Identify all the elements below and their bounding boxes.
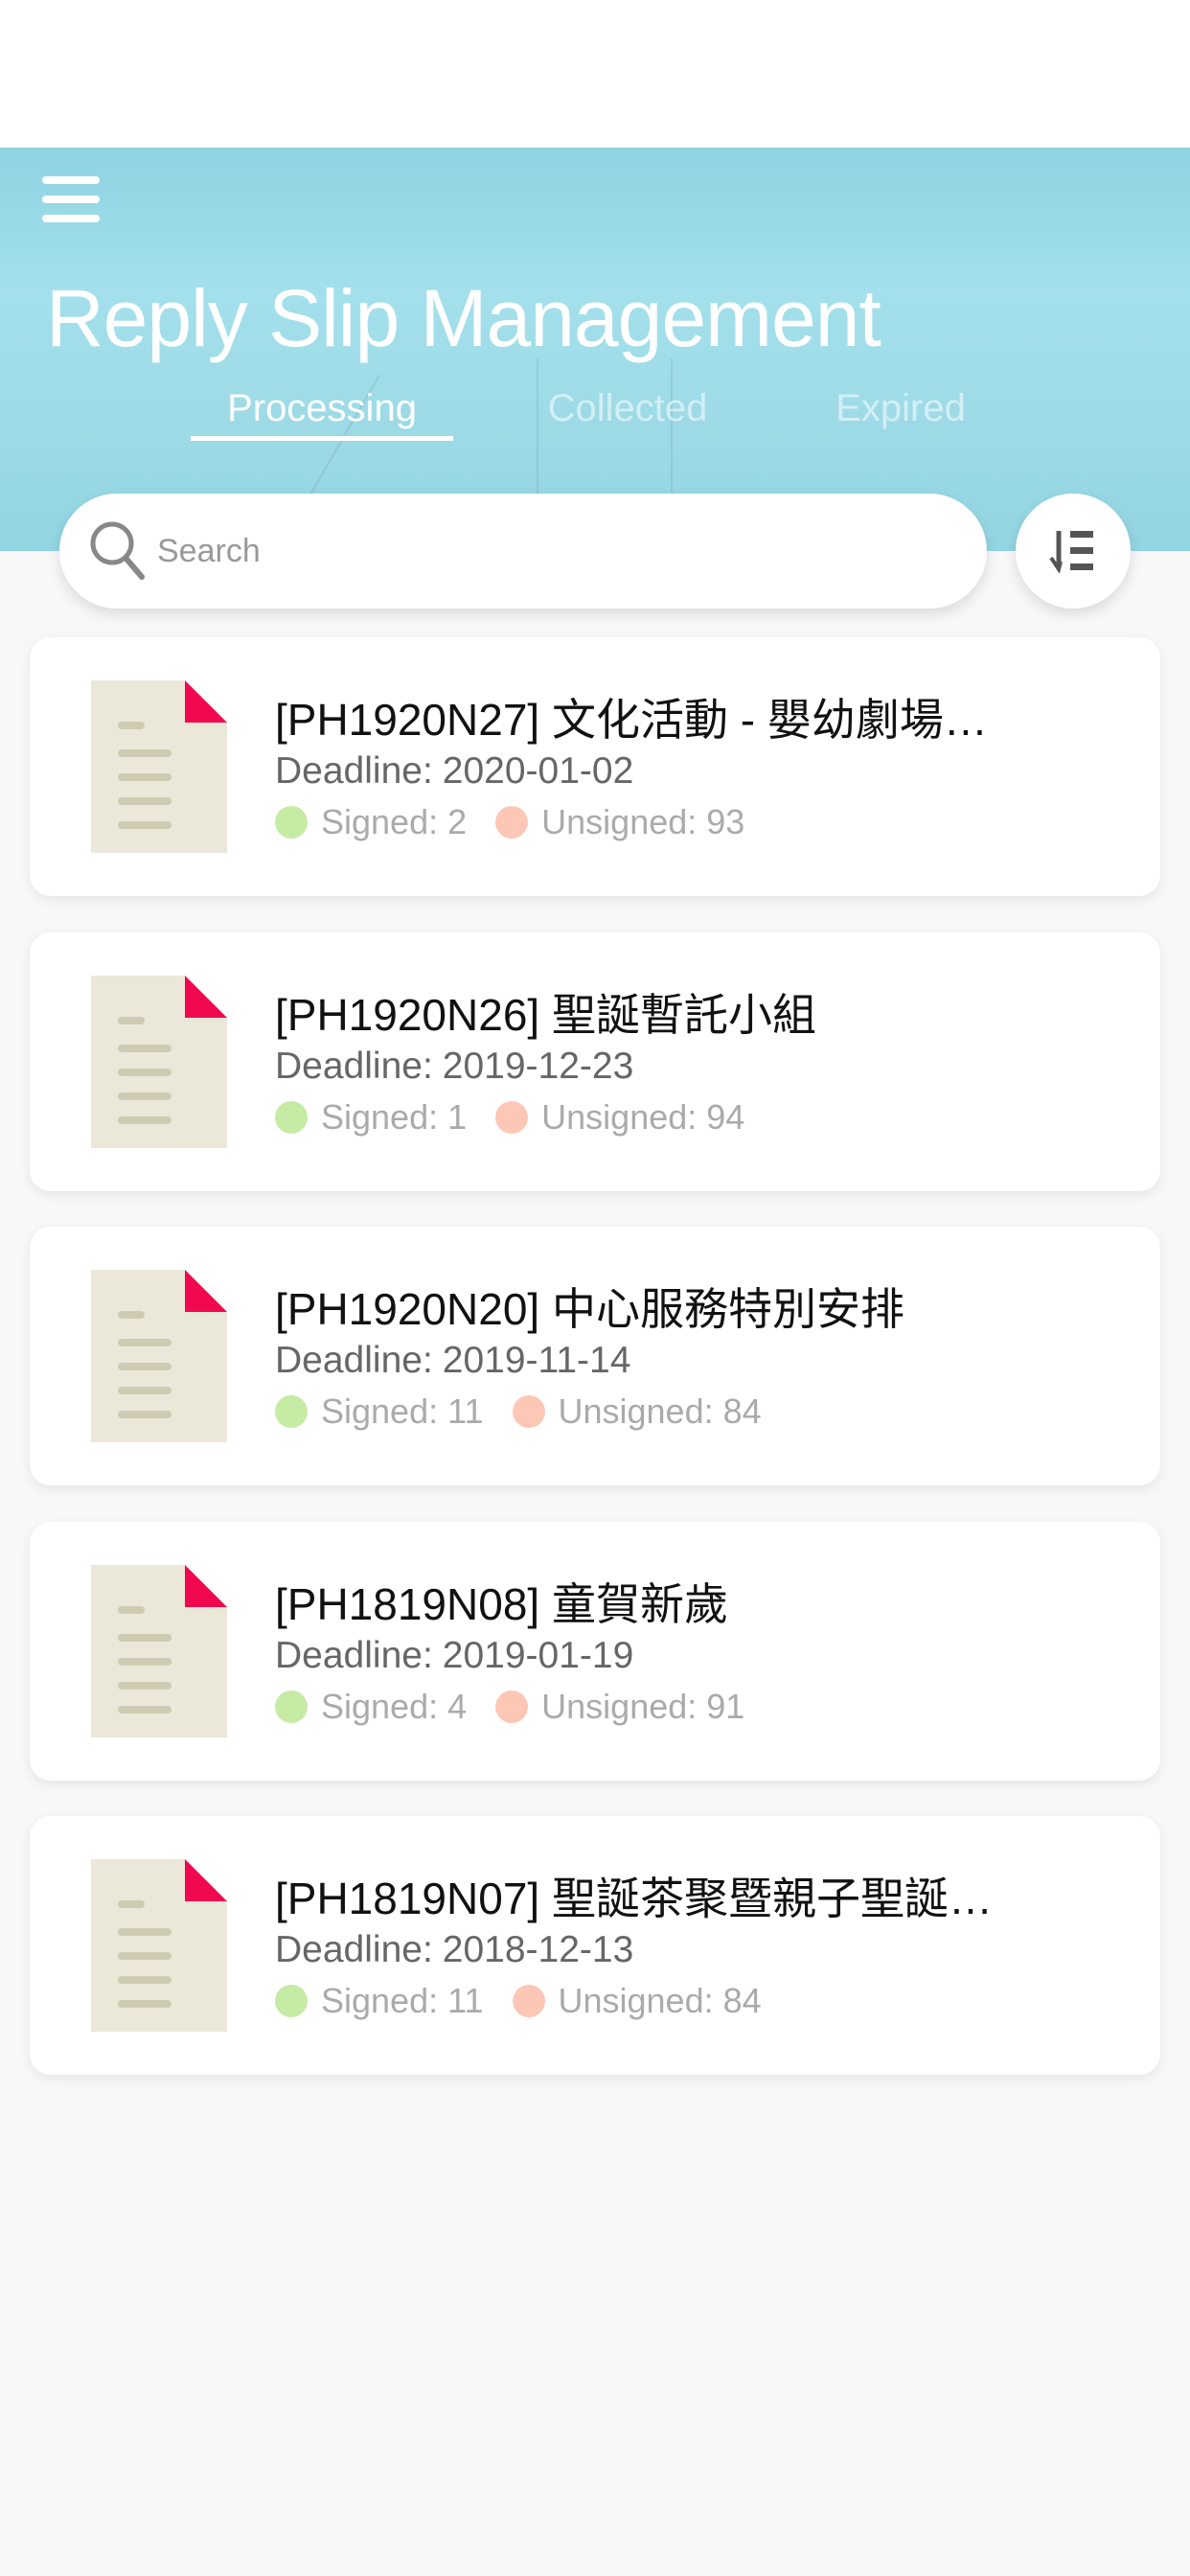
signed-label: Signed: — [321, 1981, 439, 2020]
tab-collected[interactable]: Collected — [548, 387, 708, 430]
unsigned-value: 91 — [706, 1686, 745, 1726]
deadline-value: 2019-12-23 — [442, 1045, 634, 1087]
signed-label: Signed: — [321, 802, 439, 841]
unsigned-value: 84 — [722, 1392, 762, 1431]
sort-list-icon — [1049, 531, 1093, 573]
deadline-label: Deadline: — [275, 1340, 433, 1381]
unsigned-label: Unsigned: — [541, 1686, 698, 1726]
signed-label: Signed: — [321, 1686, 439, 1726]
signed-value: 4 — [447, 1686, 468, 1726]
unsigned-value: 94 — [706, 1096, 745, 1137]
hamburger-menu-icon[interactable] — [42, 176, 102, 224]
signed-value: 11 — [447, 1981, 484, 2020]
slip-deadline: Deadline: 2020-01-02 — [275, 750, 633, 793]
signed-count: Signed: 4 — [321, 1687, 467, 1727]
unsigned-dot-icon — [495, 806, 529, 839]
unsigned-label: Unsigned: — [558, 1981, 714, 2020]
slip-stats: Signed: 11 Unsigned: 84 — [275, 1392, 762, 1432]
unsigned-label: Unsigned: — [541, 802, 698, 841]
signed-label: Signed: — [321, 1096, 439, 1137]
unsigned-label: Unsigned: — [541, 1096, 698, 1137]
slip-title: [PH1819N08] 童賀新歲 — [275, 1578, 728, 1629]
search-input[interactable] — [157, 532, 924, 570]
signed-dot-icon — [275, 1690, 308, 1723]
signed-dot-icon — [275, 1395, 308, 1428]
unsigned-dot-icon — [495, 1690, 529, 1723]
signed-dot-icon — [275, 806, 308, 839]
deadline-value: 2018-12-13 — [442, 1929, 634, 1970]
document-icon — [91, 680, 227, 853]
unsigned-value: 84 — [722, 1981, 762, 2020]
unsigned-count: Unsigned: 91 — [541, 1687, 744, 1727]
slip-deadline: Deadline: 2019-11-14 — [275, 1340, 630, 1382]
deadline-label: Deadline: — [275, 1045, 433, 1087]
slip-deadline: Deadline: 2019-12-23 — [275, 1046, 633, 1088]
slip-deadline: Deadline: 2018-12-13 — [275, 1929, 633, 1971]
tab-processing[interactable]: Processing — [227, 387, 417, 430]
reply-slip-card[interactable]: [PH1819N07] 聖誕茶聚暨親子聖誕… Deadline: 2018-12-… — [30, 1816, 1160, 2075]
signed-count: Signed: 11 — [321, 1392, 484, 1432]
slip-stats: Signed: 4 Unsigned: 91 — [275, 1687, 744, 1727]
reply-slip-card[interactable]: [PH1920N20] 中心服務特別安排 Deadline: 2019-11-14… — [30, 1227, 1160, 1485]
slip-title: [PH1920N27] 文化活動 - 嬰幼劇場… — [275, 695, 988, 745]
unsigned-count: Unsigned: 93 — [541, 802, 744, 842]
search-bar[interactable] — [59, 494, 987, 609]
search-icon — [90, 521, 145, 580]
unsigned-count: Unsigned: 84 — [559, 1392, 762, 1432]
deadline-label: Deadline: — [275, 1929, 433, 1970]
signed-count: Signed: 1 — [321, 1097, 467, 1138]
document-icon — [91, 1859, 227, 2032]
unsigned-value: 93 — [706, 802, 745, 841]
deadline-label: Deadline: — [275, 1634, 433, 1676]
document-icon — [91, 1564, 227, 1737]
unsigned-dot-icon — [512, 1395, 545, 1428]
document-icon — [91, 1270, 227, 1442]
tab-expired[interactable]: Expired — [835, 387, 966, 430]
slip-stats: Signed: 2 Unsigned: 93 — [275, 802, 744, 842]
slip-title: [PH1920N20] 中心服務特別安排 — [275, 1284, 904, 1334]
signed-value: 2 — [447, 802, 468, 841]
signed-dot-icon — [275, 1985, 308, 2017]
signed-count: Signed: 2 — [321, 802, 467, 842]
unsigned-count: Unsigned: 84 — [559, 1981, 762, 2021]
deadline-label: Deadline: — [275, 750, 433, 792]
signed-count: Signed: 11 — [321, 1981, 484, 2021]
document-icon — [91, 975, 227, 1148]
deadline-value: 2020-01-02 — [442, 750, 634, 792]
page-title: Reply Slip Management — [46, 273, 881, 363]
signed-dot-icon — [275, 1100, 308, 1134]
reply-slip-card[interactable]: [PH1920N27] 文化活動 - 嬰幼劇場… Deadline: 2020-0… — [30, 637, 1160, 896]
active-tab-indicator — [191, 436, 453, 441]
reply-slip-card[interactable]: [PH1819N08] 童賀新歲 Deadline: 2019-01-19 Sig… — [30, 1521, 1160, 1781]
deadline-value: 2019-01-19 — [442, 1634, 634, 1676]
sort-button[interactable] — [1016, 494, 1131, 609]
slip-deadline: Deadline: 2019-01-19 — [275, 1635, 633, 1677]
signed-value: 1 — [447, 1096, 468, 1137]
status-bar — [0, 0, 1190, 148]
unsigned-dot-icon — [512, 1985, 545, 2017]
slip-title: [PH1920N26] 聖誕暫託小組 — [275, 989, 816, 1040]
signed-value: 11 — [447, 1392, 484, 1431]
unsigned-label: Unsigned: — [558, 1392, 714, 1431]
slip-title: [PH1819N07] 聖誕茶聚暨親子聖誕… — [275, 1874, 993, 1923]
reply-slip-card[interactable]: [PH1920N26] 聖誕暫託小組 Deadline: 2019-12-23 S… — [30, 932, 1160, 1191]
unsigned-dot-icon — [495, 1100, 529, 1134]
signed-label: Signed: — [321, 1392, 439, 1431]
deadline-value: 2019-11-14 — [442, 1340, 631, 1381]
unsigned-count: Unsigned: 94 — [541, 1097, 744, 1138]
header-banner: Reply Slip Management Processing Collect… — [0, 148, 1190, 551]
slip-stats: Signed: 1 Unsigned: 94 — [275, 1097, 744, 1138]
slip-stats: Signed: 11 Unsigned: 84 — [275, 1981, 762, 2021]
